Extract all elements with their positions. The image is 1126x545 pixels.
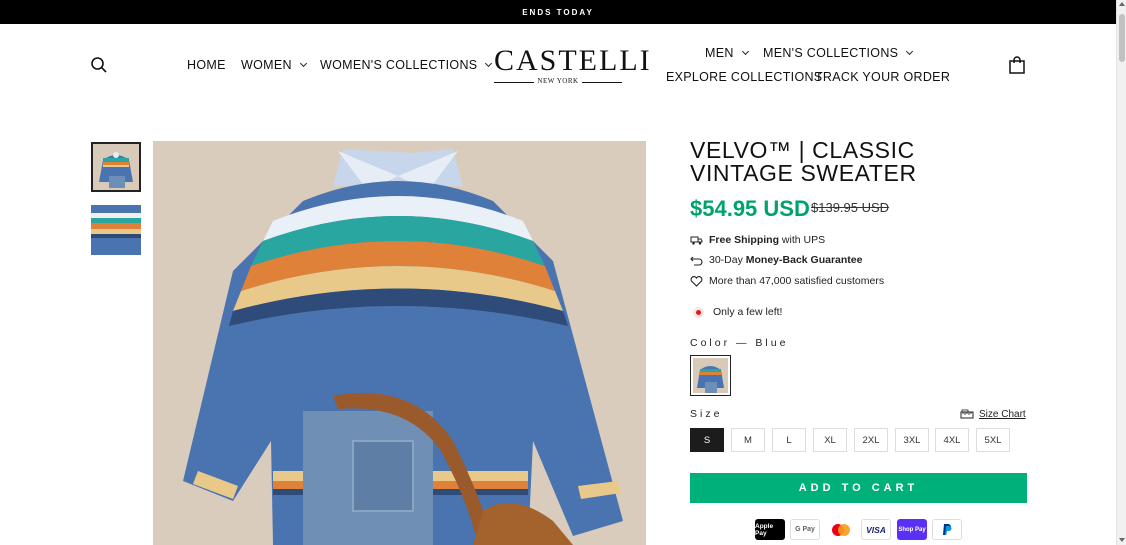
nav-men[interactable]: MEN bbox=[705, 46, 749, 60]
search-icon[interactable] bbox=[90, 56, 108, 74]
heart-icon bbox=[690, 275, 703, 287]
size-option-xl[interactable]: XL bbox=[813, 428, 847, 452]
mastercard-logo bbox=[832, 523, 850, 536]
nav-women[interactable]: WOMEN bbox=[241, 58, 307, 72]
size-option-s[interactable]: S bbox=[690, 428, 724, 452]
logo-wordmark: CASTELLI bbox=[494, 44, 652, 77]
paypal-icon bbox=[932, 519, 962, 540]
feature-shipping-bold: Free Shipping bbox=[709, 234, 780, 246]
size-option-3xl[interactable]: 3XL bbox=[895, 428, 929, 452]
chevron-down-icon bbox=[485, 59, 493, 68]
stock-text: Only a few left! bbox=[713, 306, 783, 318]
product-title: VELVO™ | CLASSIC VINTAGE SWEATER bbox=[690, 137, 917, 186]
color-swatch-blue[interactable] bbox=[690, 355, 731, 396]
truck-icon bbox=[690, 236, 703, 245]
ruler-icon bbox=[960, 409, 974, 419]
feature-customers-text: More than 47,000 satisfied customers bbox=[709, 275, 885, 287]
nav-track-order[interactable]: TRACK YOUR ORDER bbox=[815, 70, 950, 84]
mastercard-icon bbox=[826, 519, 856, 540]
nav-women-label: WOMEN bbox=[241, 58, 292, 72]
apple-pay-icon: Apple Pay bbox=[755, 519, 785, 540]
nav-home[interactable]: HOME bbox=[187, 58, 226, 72]
nav-explore-collections-label: EXPLORE COLLECTIONS bbox=[666, 70, 823, 84]
feature-customers: More than 47,000 satisfied customers bbox=[690, 275, 884, 287]
product-thumbnail-1[interactable] bbox=[91, 142, 141, 192]
chevron-down-icon bbox=[741, 47, 749, 56]
swatch-image bbox=[693, 358, 728, 393]
chevron-down-icon bbox=[906, 47, 914, 56]
nav-track-order-label: TRACK YOUR ORDER bbox=[815, 70, 951, 84]
stock-indicator: Only a few left! bbox=[693, 306, 782, 318]
nav-mens-collections[interactable]: MEN'S COLLECTIONS bbox=[763, 46, 914, 60]
feature-money-back: 30-Day Money-Back Guarantee bbox=[690, 254, 862, 266]
scroll-down-icon[interactable] bbox=[1119, 538, 1125, 542]
nav-mens-collections-label: MEN'S COLLECTIONS bbox=[763, 46, 899, 60]
nav-explore-collections[interactable]: EXPLORE COLLECTIONS bbox=[666, 70, 822, 84]
return-icon bbox=[690, 256, 703, 266]
nav-womens-collections[interactable]: WOMEN'S COLLECTIONS bbox=[320, 58, 493, 72]
size-option-4xl[interactable]: 4XL bbox=[935, 428, 969, 452]
add-to-cart-button[interactable]: ADD TO CART bbox=[690, 473, 1027, 503]
announcement-bar: ENDS TODAY bbox=[0, 0, 1116, 24]
size-option-5xl[interactable]: 5XL bbox=[976, 428, 1010, 452]
sweater-thumbnail-image bbox=[93, 144, 139, 190]
size-chart-link[interactable]: Size Chart bbox=[960, 409, 1026, 420]
size-chart-label: Size Chart bbox=[979, 409, 1026, 420]
size-label: Size bbox=[690, 408, 723, 420]
size-option-m[interactable]: M bbox=[731, 428, 765, 452]
page-scrollbar[interactable] bbox=[1116, 0, 1126, 545]
stock-dot-icon bbox=[693, 306, 704, 318]
paypal-logo bbox=[943, 524, 952, 535]
size-option-l[interactable]: L bbox=[772, 428, 806, 452]
google-pay-icon: G Pay bbox=[790, 519, 820, 540]
size-option-2xl[interactable]: 2XL bbox=[854, 428, 888, 452]
cart-icon[interactable] bbox=[1008, 56, 1026, 74]
nav-home-label: HOME bbox=[187, 58, 226, 72]
color-label: Color — Blue bbox=[690, 337, 789, 349]
logo-subline: NEW YORK bbox=[494, 77, 622, 87]
sweater-product-photo bbox=[153, 141, 646, 545]
nav-men-label: MEN bbox=[705, 46, 734, 60]
site-header: HOME WOMEN WOMEN'S COLLECTIONS CASTELLI … bbox=[0, 24, 1116, 104]
scrollbar-thumb[interactable] bbox=[1119, 14, 1125, 62]
compare-at-price: $139.95 USD bbox=[811, 200, 890, 215]
feature-shipping-text: with UPS bbox=[779, 234, 826, 246]
scroll-up-icon[interactable] bbox=[1119, 2, 1125, 6]
site-logo[interactable]: CASTELLI NEW YORK bbox=[494, 44, 652, 87]
visa-icon: VISA bbox=[861, 519, 891, 540]
product-main-image[interactable] bbox=[153, 141, 646, 545]
feature-money-back-bold: Money-Back Guarantee bbox=[745, 254, 863, 266]
product-price: $54.95 USD bbox=[690, 196, 810, 221]
logo-sub-text: NEW YORK bbox=[537, 77, 579, 85]
sweater-detail-thumbnail-image bbox=[91, 205, 141, 255]
chevron-down-icon bbox=[299, 59, 307, 68]
product-thumbnail-2[interactable] bbox=[91, 205, 141, 255]
nav-womens-collections-label: WOMEN'S COLLECTIONS bbox=[320, 58, 478, 72]
feature-money-back-pre: 30-Day bbox=[709, 254, 746, 266]
shop-pay-icon: Shop Pay bbox=[897, 519, 927, 540]
announcement-text: ENDS TODAY bbox=[522, 7, 594, 17]
feature-free-shipping: Free Shipping with UPS bbox=[690, 234, 825, 246]
